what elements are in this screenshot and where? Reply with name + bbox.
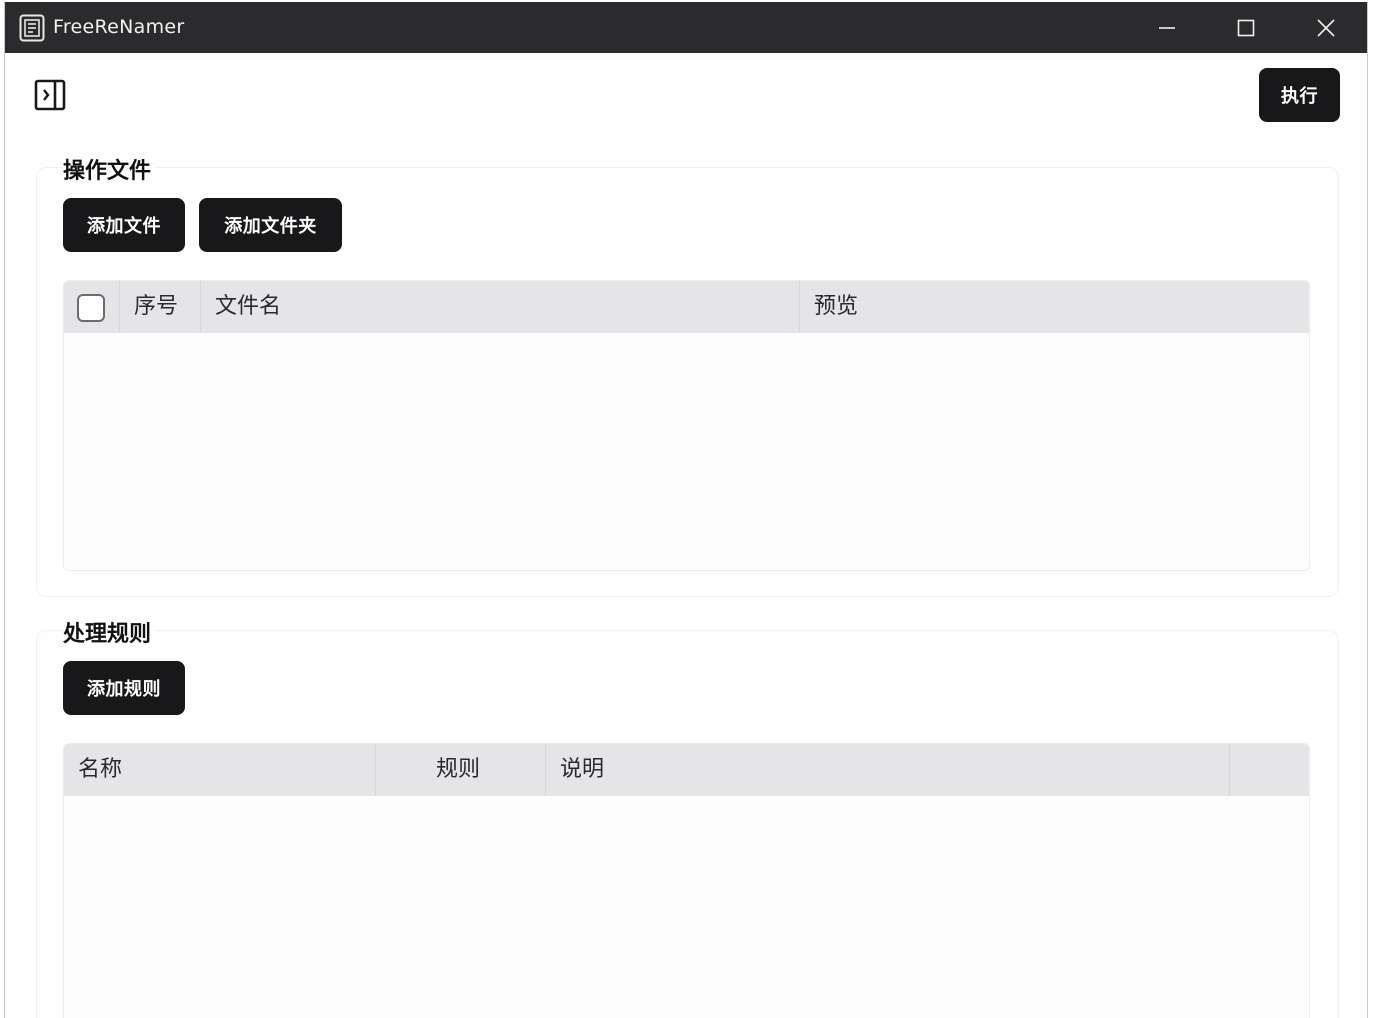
- column-header-index[interactable]: 序号: [120, 281, 201, 333]
- select-all-checkbox[interactable]: [77, 294, 105, 322]
- close-icon: [1317, 18, 1335, 37]
- rules-table: 名称 规则 说明: [63, 743, 1310, 1018]
- execute-button[interactable]: 执行: [1259, 68, 1340, 122]
- title-bar: FreeReNamer: [5, 2, 1367, 53]
- app-logo-icon: [19, 14, 45, 42]
- add-file-button[interactable]: 添加文件: [63, 198, 185, 252]
- rules-section-title: 处理规则: [63, 616, 156, 648]
- sidebar-toggle-button[interactable]: [34, 79, 66, 111]
- column-header-preview[interactable]: 预览: [800, 281, 1309, 333]
- files-table: 序号 文件名 预览: [63, 280, 1310, 571]
- column-header-name[interactable]: 名称: [64, 744, 376, 796]
- files-table-header: 序号 文件名 预览: [64, 281, 1309, 333]
- column-header-rule[interactable]: 规则: [376, 744, 546, 796]
- minimize-icon: [1159, 26, 1175, 29]
- column-header-actions: [1230, 744, 1309, 796]
- app-window: FreeReNamer 执行 操作文件 添加文件 添加文件夹 序号 文件名 预览…: [4, 2, 1368, 1018]
- close-button[interactable]: [1291, 2, 1361, 53]
- main-content: 执行 操作文件 添加文件 添加文件夹 序号 文件名 预览 处理规则 添加规则 名…: [5, 53, 1367, 1018]
- sidebar-toggle-icon: [34, 79, 66, 111]
- window-title: FreeReNamer: [53, 16, 185, 38]
- column-header-filename[interactable]: 文件名: [201, 281, 800, 333]
- files-section-title: 操作文件: [63, 153, 156, 185]
- rules-table-header: 名称 规则 说明: [64, 744, 1309, 796]
- maximize-button[interactable]: [1211, 2, 1281, 53]
- column-header-description[interactable]: 说明: [546, 744, 1230, 796]
- add-rule-button[interactable]: 添加规则: [63, 661, 185, 715]
- select-all-cell: [64, 281, 120, 333]
- add-folder-button[interactable]: 添加文件夹: [199, 198, 342, 252]
- minimize-button[interactable]: [1132, 2, 1202, 53]
- maximize-icon: [1237, 19, 1255, 36]
